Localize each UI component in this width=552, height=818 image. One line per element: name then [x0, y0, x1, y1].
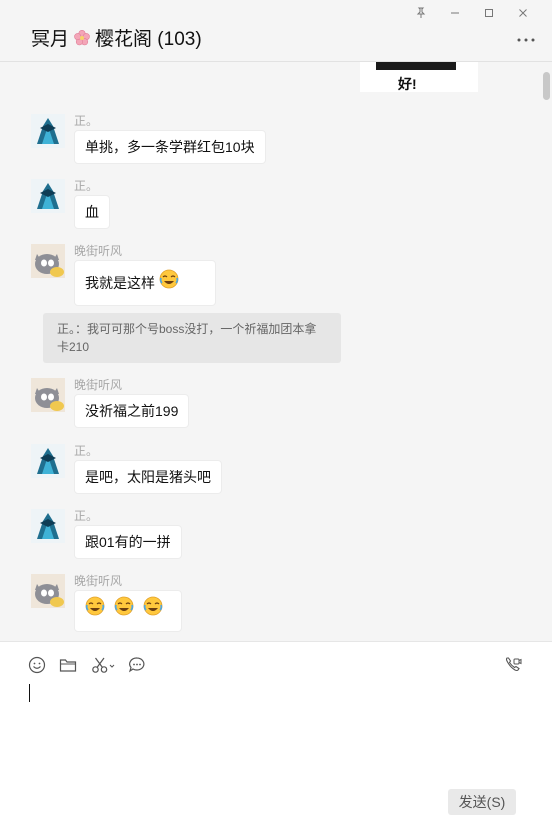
sender-name: 晚街听风: [74, 378, 123, 392]
avatar[interactable]: [31, 444, 65, 478]
sticker-text: 好!: [398, 76, 417, 92]
message-composer: 发送(S): [0, 641, 552, 818]
crying-laughing-emoji-icon: [143, 595, 163, 627]
folder-icon[interactable]: [58, 655, 78, 675]
title-suffix: 樱花阁 (103): [95, 29, 202, 50]
chat-header: 冥月 樱花阁 (103): [0, 0, 552, 62]
message-bubble[interactable]: 血: [74, 195, 110, 229]
crying-laughing-emoji-icon: [159, 262, 179, 306]
sender-name: 正。: [74, 114, 99, 128]
close-icon[interactable]: [506, 4, 540, 22]
sender-name: 晚街听风: [74, 244, 123, 258]
maximize-icon[interactable]: [472, 4, 506, 22]
crying-laughing-emoji-icon: [114, 595, 134, 627]
minimize-icon[interactable]: [438, 4, 472, 22]
scrollbar[interactable]: [543, 72, 550, 100]
message-bubble[interactable]: 我就是这样: [74, 260, 216, 306]
chat-history-icon[interactable]: [127, 655, 147, 675]
message-bubble[interactable]: 没祈福之前199: [74, 394, 190, 428]
cherry-blossom-icon: [73, 29, 91, 47]
crying-laughing-emoji-icon: [85, 595, 105, 627]
chat-title: 冥月 樱花阁 (103): [31, 24, 202, 51]
message-bubble[interactable]: [74, 590, 182, 632]
emoji-icon[interactable]: [27, 655, 47, 675]
message-bubble[interactable]: 跟01有的一拼: [74, 525, 182, 559]
message-list[interactable]: 好! 正。 单挑，多一条学群红包10块 正。 血 晚街听风 我就是这样 正。：我…: [0, 62, 552, 641]
message-text: 我就是这样: [85, 275, 155, 291]
message-input[interactable]: [20, 678, 532, 778]
sender-name: 正。: [74, 444, 99, 458]
avatar[interactable]: [31, 114, 65, 148]
text-caret: [29, 684, 30, 702]
pin-icon[interactable]: [404, 4, 438, 22]
avatar[interactable]: [31, 378, 65, 412]
sender-name: 正。: [74, 509, 99, 523]
window-controls: [404, 4, 540, 22]
avatar[interactable]: [31, 179, 65, 213]
scissors-icon[interactable]: [90, 655, 116, 675]
message-bubble[interactable]: 是吧，太阳是猪头吧: [74, 460, 222, 494]
sticker-image: [376, 62, 456, 70]
sticker-message[interactable]: 好!: [360, 62, 478, 92]
avatar[interactable]: [31, 244, 65, 278]
send-button[interactable]: 发送(S): [448, 789, 516, 815]
avatar[interactable]: [31, 509, 65, 543]
avatar[interactable]: [31, 574, 65, 608]
sender-name: 正。: [74, 179, 99, 193]
title-prefix: 冥月: [31, 29, 70, 50]
message-bubble[interactable]: 单挑，多一条学群红包10块: [74, 130, 266, 164]
video-call-icon[interactable]: [503, 655, 523, 675]
quoted-reply[interactable]: 正。：我可可那个号boss没打，一个祈福加团本拿卡210: [43, 313, 341, 363]
sender-name: 晚街听风: [74, 574, 123, 588]
more-icon[interactable]: [516, 30, 536, 50]
